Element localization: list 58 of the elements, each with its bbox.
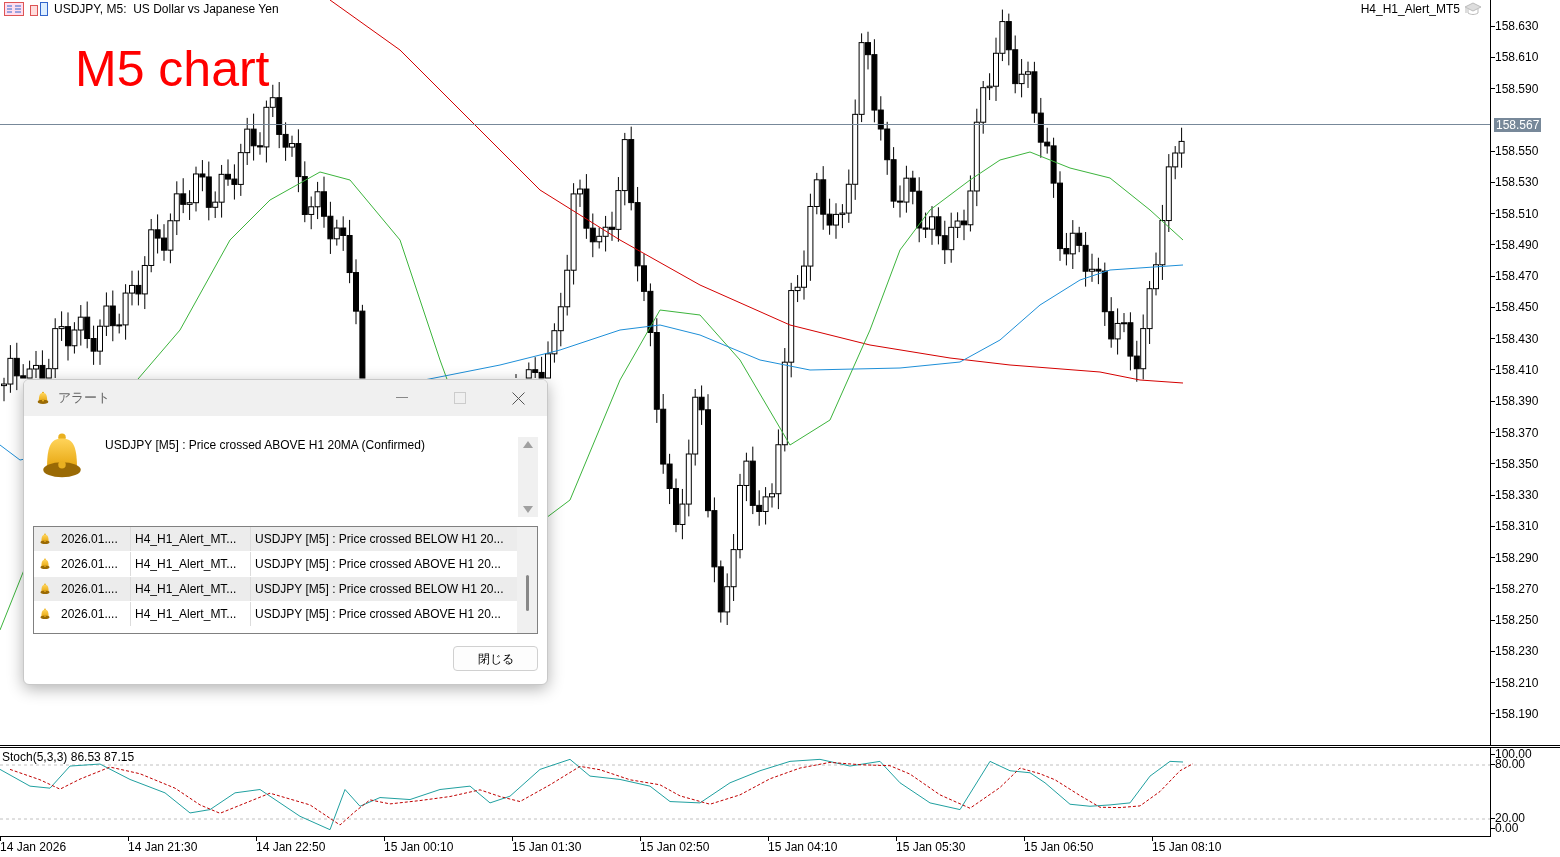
alert-expert: H4_H1_Alert_MT... — [131, 577, 251, 601]
alert-row-message: USDJPY [M5] : Price crossed ABOVE H1 20... — [254, 556, 501, 573]
stochastic-label: Stoch(5,3,3) 86.53 87.15 — [2, 750, 135, 764]
chart-label: M5 chart — [75, 40, 270, 98]
price-tick-label: 158.530 — [1495, 175, 1539, 190]
alert-row[interactable]: 2026.01.... H4_H1_Alert_MT... USDJPY [M5] : Price crossed BELOW H1 20... — [34, 527, 517, 552]
time-tick-label: 14 Jan 22:50 — [256, 841, 326, 854]
alert-row-message: USDJPY [M5] : Price crossed BELOW H1 20... — [254, 531, 504, 548]
alert-row[interactable]: 2026.01.... H4_H1_Alert_MT... USDJPY [M5] : Price crossed BELOW H1 20... — [34, 577, 517, 602]
price-tick-label: 158.330 — [1495, 488, 1539, 503]
time-tick-label: 15 Jan 06:50 — [1024, 841, 1094, 854]
price-tick-label: 158.510 — [1495, 206, 1539, 221]
price-tick-label: 158.470 — [1495, 269, 1539, 284]
alert-expert: H4_H1_Alert_MT... — [131, 527, 251, 551]
alert-time: 2026.01.... — [61, 581, 118, 598]
price-tick-label: 158.290 — [1495, 550, 1539, 565]
price-tick-label: 158.370 — [1495, 425, 1539, 440]
time-tick-label: 15 Jan 00:10 — [384, 841, 454, 854]
alert-row-message: USDJPY [M5] : Price crossed ABOVE H1 20... — [254, 606, 501, 623]
price-tick-label: 158.430 — [1495, 331, 1539, 346]
price-tick-label: 158.550 — [1495, 144, 1539, 159]
price-tick-label: 158.310 — [1495, 519, 1539, 534]
price-tick-label: 158.270 — [1495, 581, 1539, 596]
stochastic-tick-label: 0.00 — [1495, 822, 1519, 835]
price-tick-label: 158.210 — [1495, 675, 1539, 690]
price-tick-label: 158.350 — [1495, 456, 1539, 471]
time-tick-label: 15 Jan 05:30 — [896, 841, 966, 854]
price-tick-label: 158.390 — [1495, 394, 1539, 409]
alert-message: USDJPY [M5] : Price crossed ABOVE H1 20MA (Confirmed) — [105, 437, 425, 454]
time-tick-label: 15 Jan 01:30 — [512, 841, 582, 854]
price-tick-label: 158.450 — [1495, 300, 1539, 315]
alert-expert: H4_H1_Alert_MT... — [131, 602, 251, 626]
time-tick-label: 14 Jan 21:30 — [128, 841, 198, 854]
price-tick-label: 158.190 — [1495, 706, 1539, 721]
close-dialog-button[interactable]: 閉じる — [453, 646, 538, 671]
time-tick-label: 15 Jan 04:10 — [768, 841, 838, 854]
price-tick-label: 158.610 — [1495, 50, 1539, 65]
price-tick-label: 158.410 — [1495, 362, 1539, 377]
price-tick-label: 158.630 — [1495, 19, 1539, 33]
alert-time: 2026.01.... — [61, 556, 118, 573]
price-tick-label: 158.490 — [1495, 237, 1539, 252]
price-tick-label: 158.250 — [1495, 613, 1539, 628]
expert-name: H4_H1_Alert_MT5 — [1360, 1, 1460, 18]
price-tick-label: 158.590 — [1495, 81, 1539, 96]
alert-expert: H4_H1_Alert_MT... — [131, 552, 251, 576]
current-price-label: 158.567 — [1494, 117, 1542, 132]
alert-time: 2026.01.... — [61, 606, 118, 623]
stochastic-tick-label: 100.00 — [1495, 748, 1532, 761]
time-tick-label: 15 Jan 02:50 — [640, 841, 710, 854]
alert-row-message: USDJPY [M5] : Price crossed BELOW H1 20... — [254, 581, 504, 598]
alert-time: 2026.01.... — [61, 531, 118, 548]
time-tick-label: 15 Jan 08:10 — [1152, 841, 1222, 854]
dialog-title: アラート — [58, 389, 110, 408]
price-tick-label: 158.230 — [1495, 644, 1539, 659]
chart-title: USDJPY, M5: US Dollar vs Japanese Yen — [54, 1, 279, 18]
stochastic-tick-label: 80.00 — [1495, 758, 1526, 771]
stochastic-tick-label: 20.00 — [1495, 812, 1526, 825]
time-tick-label: 14 Jan 2026 — [0, 841, 67, 854]
